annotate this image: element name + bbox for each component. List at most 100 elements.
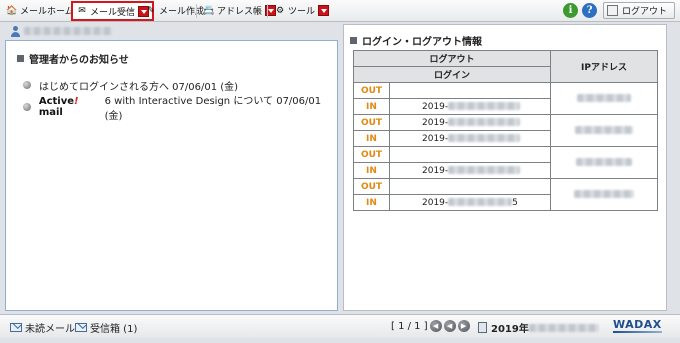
log-type: OUT [353,178,390,195]
date-redacted [448,166,521,174]
toolbar-mail-compose[interactable]: ✎ メール作成 [142,2,207,19]
toolbar-tools-label: ツール [288,7,316,17]
inbox-link[interactable]: 受信箱 (1) [75,320,137,335]
log-type: IN [353,162,390,179]
address-book-icon: 📇 [203,5,215,16]
calendar-icon [478,322,487,333]
log-type: OUT [353,146,390,163]
announcement-item[interactable]: Active! mail 6 with Interactive Design に… [23,96,337,122]
inbox-icon [75,323,87,332]
toolbar-divider [267,4,268,18]
log-date [389,146,551,163]
toolbar-divider [196,4,197,18]
previous-page-icon[interactable]: ◀ [443,320,456,332]
log-ip [550,82,658,115]
log-date [389,82,551,99]
ip-header: IPアドレス [550,50,658,83]
log-date: 2019- [389,114,551,131]
log-date-suffix: 5 [512,197,518,208]
brand-name-part: mail [38,107,63,118]
logout-button[interactable]: ログアウト [603,2,675,19]
date-redacted [448,102,521,110]
log-date: 2019- [389,130,551,147]
log-date-text: 2019- [422,117,449,128]
log-date-text: 2019- [422,165,449,176]
brand-name-part: Active [38,96,75,107]
log-ip [550,114,658,147]
login-header: ログイン [353,66,551,83]
table-row: OUT [353,82,658,115]
toolbar-address-book-label: アドレス帳 [217,7,263,17]
table-row: OUT [353,178,658,211]
brand-name: Active! mail [39,96,105,118]
toolbar-mail-home[interactable]: 🏠 メールホーム [3,2,77,19]
announcements-list: はじめてログインされる方へ 07/06/01 (金) Active! mail … [23,74,337,122]
announcements-panel: 管理者からのお知らせ はじめてログインされる方へ 07/06/01 (金) Ac… [5,40,338,311]
pager: [ 1 / 1 ] ◀ ◀ ▶ [391,320,470,332]
first-page-icon[interactable]: ◀ [429,320,442,332]
pager-text: [ 1 / 1 ] [391,320,428,332]
toolbar-tools[interactable]: ⚙ ツール [271,2,332,19]
unread-mail-link[interactable]: 未読メール [10,320,75,335]
date-redacted [528,323,599,332]
log-date: 2019- [389,162,551,179]
log-type: IN [353,194,390,211]
log-date-text: 2019- [422,197,449,208]
announcements-title: 管理者からのお知らせ [17,51,337,66]
bullet-icon [23,103,31,111]
toolbar-mail-home-label: メールホーム [20,7,74,17]
user-account-redacted [24,27,112,35]
date-prefix: 2019年 [491,324,529,335]
log-type: IN [353,130,390,147]
log-type: OUT [353,114,390,131]
user-info-bar [0,23,340,39]
ip-redacted [575,126,633,134]
mail-home-icon: 🏠 [6,5,18,16]
log-date: 2019- [389,98,551,115]
log-type: OUT [353,82,390,99]
unread-mail-label: 未読メール [25,324,75,335]
login-log-title: ログイン・ログアウト情報 [350,33,666,48]
announcement-text[interactable]: はじめてログインされる方へ 07/06/01 (金) [39,78,238,93]
date-redacted [448,118,521,126]
main-toolbar: 🏠 メールホーム ✉ メール受信 ✎ メール作成 📇 アドレス帳 ⚙ ツール i… [0,0,680,22]
login-log-panel: ログイン・ログアウト情報 ログアウト IPアドレス ログイン OUT IN 20… [343,24,667,311]
section-square-icon [350,37,357,44]
table-row: OUT 2019- [353,114,658,147]
logout-icon [607,5,618,16]
toolbar-mail-compose-label: メール作成 [159,7,205,17]
announcement-text[interactable]: 6 with Interactive Design について 07/06/01 … [105,92,337,122]
mail-receive-icon: ✉ [78,6,86,16]
log-date: 2019- 5 [389,194,551,211]
info-icon[interactable]: i [563,3,578,18]
wadax-logo: WADAX [613,318,662,333]
mail-compose-icon: ✎ [147,5,155,16]
current-date: 2019年 [478,320,599,335]
log-type: IN [353,98,390,115]
date-redacted [448,198,513,206]
toolbar-mail-receive-label: メール受信 [90,7,136,18]
date-redacted [448,134,521,142]
bullet-icon [23,81,31,89]
ip-redacted [576,158,632,166]
logout-label: ログアウト [622,7,668,17]
section-square-icon [17,55,24,62]
log-date-text: 2019- [422,101,449,112]
ip-redacted [577,94,631,102]
chevron-down-icon[interactable] [318,5,330,16]
log-ip [550,178,658,211]
next-page-icon[interactable]: ▶ [457,320,470,332]
unread-mail-icon [10,323,22,332]
announcements-title-text: 管理者からのお知らせ [29,55,129,66]
help-icon[interactable]: ? [582,3,597,18]
ip-redacted [574,190,634,198]
login-log-table: ログアウト IPアドレス ログイン OUT IN 2019- OUT 2019-… [353,50,658,211]
tools-icon: ⚙ [275,5,285,16]
login-log-title-text: ログイン・ログアウト情報 [362,37,482,48]
log-date [389,178,551,195]
status-bar: 未読メール 受信箱 (1) [ 1 / 1 ] ◀ ◀ ▶ 2019年 WADA… [0,314,680,338]
log-date-text: 2019- [422,133,449,144]
user-icon [11,25,21,37]
logout-header: ログアウト [353,50,551,67]
log-ip [550,146,658,179]
